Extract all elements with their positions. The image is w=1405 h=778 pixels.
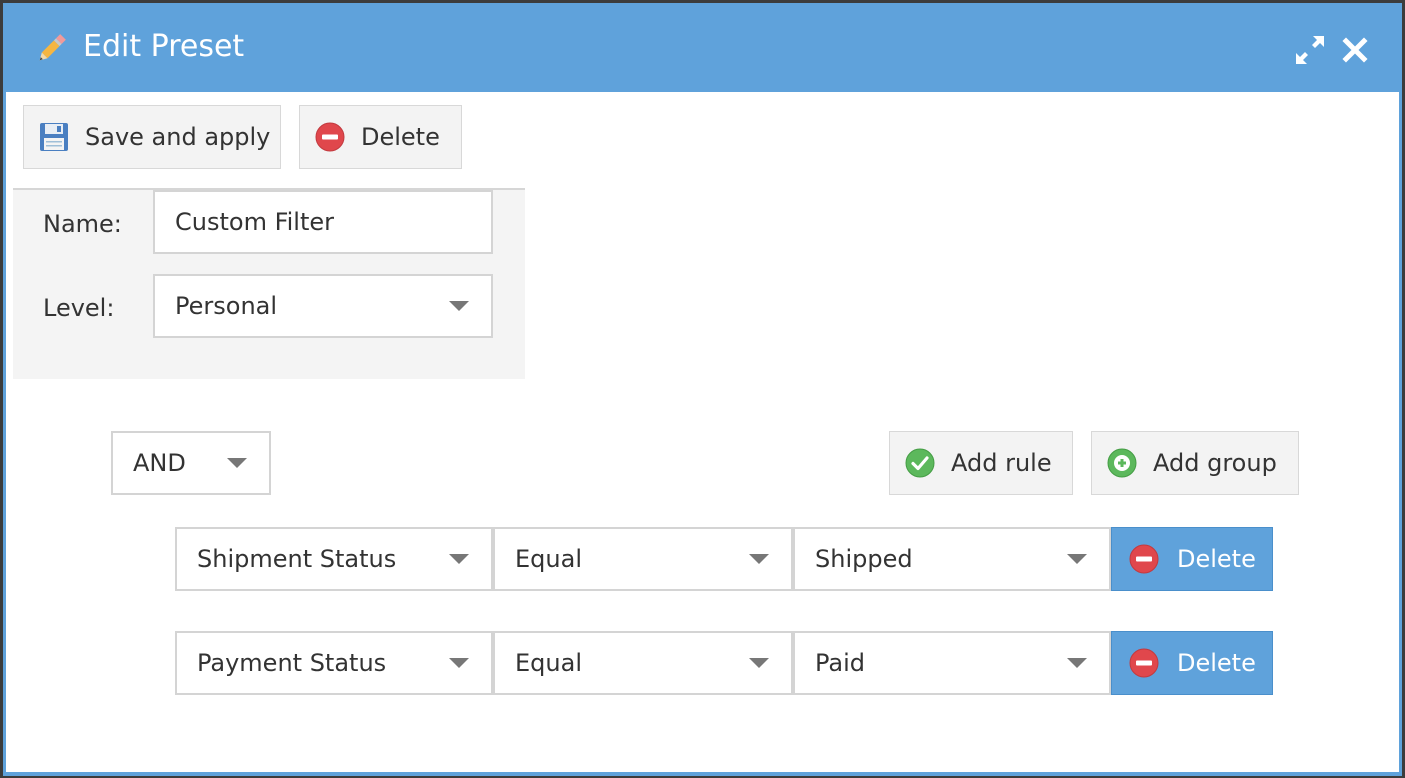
chevron-down-icon — [1067, 554, 1087, 564]
chevron-down-icon — [749, 658, 769, 668]
add-group-label: Add group — [1153, 449, 1277, 477]
delete-rule-label: Delete — [1177, 545, 1256, 573]
edit-preset-dialog: Edit Preset Save and apply Delete Name: … — [3, 3, 1402, 776]
minus-circle-icon — [1129, 648, 1159, 678]
minus-circle-icon — [1129, 544, 1159, 574]
delete-preset-label: Delete — [361, 123, 440, 151]
rule-value-value: Paid — [815, 649, 866, 677]
chevron-down-icon — [449, 658, 469, 668]
dialog-title: Edit Preset — [83, 29, 245, 64]
minus-circle-icon — [315, 122, 345, 152]
dialog-content: Save and apply Delete Name: Level: Perso… — [6, 92, 1399, 772]
name-label: Name: — [43, 210, 122, 238]
add-rule-button[interactable]: Add rule — [889, 431, 1073, 495]
plus-circle-icon — [1107, 448, 1137, 478]
rule-field-value: Payment Status — [197, 649, 387, 677]
floppy-disk-icon — [40, 123, 68, 151]
check-circle-icon — [905, 448, 935, 478]
preset-form-panel: Name: Level: Personal — [13, 188, 525, 379]
rule-row: Shipment Status Equal Shipped Delete — [175, 527, 1273, 591]
rule-operator-value: Equal — [515, 649, 582, 677]
level-label: Level: — [43, 294, 115, 322]
rule-value-value: Shipped — [815, 545, 913, 573]
rule-operator-select[interactable]: Equal — [493, 527, 793, 591]
pencil-icon — [33, 31, 69, 67]
close-button[interactable] — [1338, 33, 1372, 67]
chevron-down-icon — [227, 458, 247, 468]
name-input[interactable] — [175, 208, 465, 236]
chevron-down-icon — [449, 554, 469, 564]
maximize-button[interactable] — [1293, 33, 1327, 67]
level-select-value: Personal — [175, 292, 278, 320]
rule-field-select[interactable]: Shipment Status — [175, 527, 493, 591]
save-and-apply-button[interactable]: Save and apply — [23, 105, 281, 169]
expand-icon — [1296, 36, 1324, 64]
delete-rule-label: Delete — [1177, 649, 1256, 677]
rule-operator-select[interactable]: Equal — [493, 631, 793, 695]
level-select[interactable]: Personal — [153, 274, 493, 338]
chevron-down-icon — [749, 554, 769, 564]
group-condition-select[interactable]: AND — [111, 431, 271, 495]
rule-row: Payment Status Equal Paid Delete — [175, 631, 1273, 695]
add-group-button[interactable]: Add group — [1091, 431, 1299, 495]
group-condition-value: AND — [133, 449, 186, 477]
rule-field-select[interactable]: Payment Status — [175, 631, 493, 695]
add-rule-label: Add rule — [951, 449, 1052, 477]
rule-value-select[interactable]: Shipped — [793, 527, 1111, 591]
dialog-titlebar[interactable]: Edit Preset — [3, 3, 1402, 92]
delete-preset-button[interactable]: Delete — [299, 105, 462, 169]
chevron-down-icon — [1067, 658, 1087, 668]
save-and-apply-label: Save and apply — [85, 123, 271, 151]
chevron-down-icon — [449, 301, 469, 311]
delete-rule-button[interactable]: Delete — [1111, 631, 1273, 695]
rule-operator-value: Equal — [515, 545, 582, 573]
close-icon — [1342, 37, 1368, 63]
rule-value-select[interactable]: Paid — [793, 631, 1111, 695]
rule-field-value: Shipment Status — [197, 545, 397, 573]
delete-rule-button[interactable]: Delete — [1111, 527, 1273, 591]
name-field-wrapper — [153, 190, 493, 254]
